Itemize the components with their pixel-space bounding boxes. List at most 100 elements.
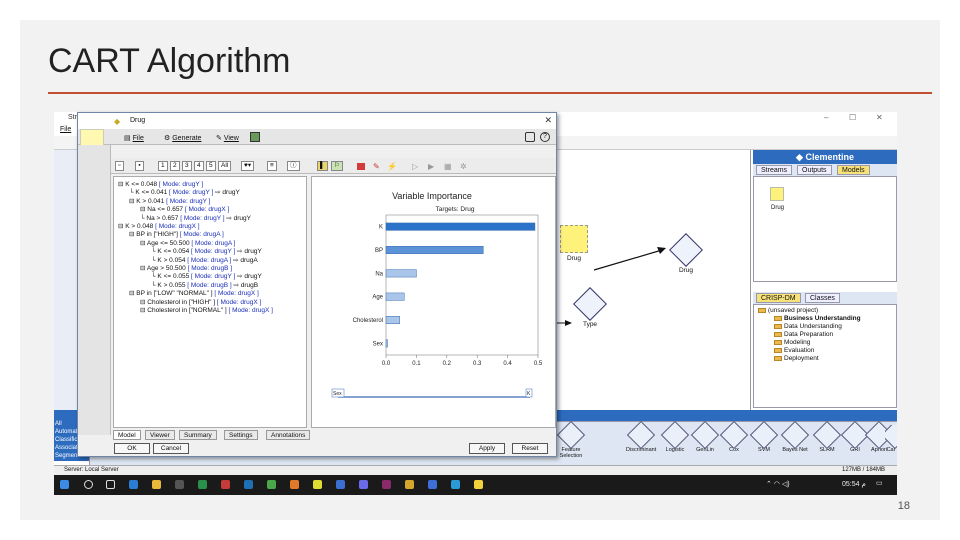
app-icon[interactable] [244, 480, 253, 489]
preview-icon[interactable] [250, 132, 260, 142]
tab-streams[interactable]: Streams [756, 165, 793, 175]
palette-genlin[interactable]: GenLin [690, 420, 720, 453]
depth-2-button[interactable]: 2 [170, 161, 180, 171]
edge-icon[interactable] [129, 480, 138, 489]
grid-icon[interactable]: ▦ [444, 162, 452, 171]
crisp-item[interactable]: Business Understanding [774, 315, 861, 322]
expand-icon[interactable] [525, 132, 535, 142]
clock[interactable]: 05:54 م [842, 480, 866, 488]
expand-all-icon[interactable]: ▪ [135, 161, 144, 171]
maximize-icon[interactable]: ☐ [849, 113, 856, 122]
telegram-icon[interactable] [451, 480, 460, 489]
palette-carma[interactable]: Car [885, 425, 897, 453]
expand-toggle-icon[interactable]: ⊟ [140, 265, 147, 272]
highlight-icon[interactable]: ▌ [317, 161, 328, 171]
firefox-icon[interactable] [290, 480, 299, 489]
tree-node[interactable]: ⊟ K <= 0.048 [ Mode: drugY ] [118, 180, 203, 188]
tree-node[interactable]: └ K <= 0.054 [ Mode: drugY ] ⇨ drugY [151, 247, 262, 255]
network-icon[interactable]: ⌃ ◠ ◁) [766, 480, 790, 488]
palette-svm[interactable]: SVM [749, 420, 779, 453]
search-icon[interactable] [84, 480, 93, 489]
app-icon[interactable] [428, 480, 437, 489]
tree-node[interactable]: ⊟ BP in ["HIGH"] [ Mode: drugA ] [129, 230, 224, 238]
depth-4-button[interactable]: 4 [194, 161, 204, 171]
menu-file[interactable]: File [60, 126, 71, 133]
decision-tree-view[interactable]: ⊟ K <= 0.048 [ Mode: drugY ] └ K <= 0.041… [113, 176, 307, 428]
tab-summary[interactable]: Summary [179, 430, 217, 440]
close-icon[interactable]: ✕ [876, 113, 883, 122]
tree-node[interactable]: ⊟ Age > 50.500 [ Mode: drugB ] [140, 264, 232, 272]
tree-node[interactable]: └ K <= 0.055 [ Mode: drugY ] ⇨ drugY [151, 272, 262, 280]
app-icon[interactable] [359, 480, 368, 489]
collapse-icon[interactable]: ▫ [115, 161, 124, 171]
menu-view[interactable]: ✎ View [216, 134, 239, 142]
tab-crisp-dm[interactable]: CRISP-DM [756, 293, 801, 303]
cart-model-icon[interactable] [770, 187, 784, 201]
app-icon[interactable] [221, 480, 230, 489]
palette-logistic[interactable]: Logistic [660, 420, 690, 453]
tree-node[interactable]: ⊟ Na <= 0.657 [ Mode: drugX ] [140, 205, 229, 213]
tab-viewer[interactable]: Viewer [145, 430, 175, 440]
pin-icon[interactable]: ✎ [373, 162, 380, 171]
notifications-icon[interactable]: ▭ [876, 479, 883, 487]
crisp-root[interactable]: (unsaved project) [758, 307, 818, 314]
app-icon[interactable] [267, 480, 276, 489]
cancel-button[interactable]: Cancel [153, 443, 189, 454]
arrange-icon[interactable]: ♥▾ [241, 161, 255, 171]
tab-classes[interactable]: Classes [805, 293, 840, 303]
tree-node[interactable]: ⊟ K > 0.041 [ Mode: drugY ] [129, 197, 210, 205]
tree-node[interactable]: └ K > 0.054 [ Mode: drugA ] ⇨ drugA [151, 256, 258, 264]
depth-3-button[interactable]: 3 [182, 161, 192, 171]
app-icon[interactable] [336, 480, 345, 489]
tab-model[interactable]: Model [113, 430, 141, 440]
palette-slrm[interactable]: SLRM [812, 420, 842, 453]
tab-models[interactable]: Models [837, 165, 870, 175]
clementine-task-icon[interactable] [474, 480, 483, 489]
tree-node[interactable]: ⊟ K > 0.048 [ Mode: drugX ] [118, 222, 200, 230]
palette-discriminant[interactable]: Discriminant [626, 420, 656, 453]
minimize-icon[interactable]: – [824, 113, 828, 122]
crisp-item[interactable]: Data Preparation [774, 331, 833, 338]
rules-icon[interactable]: ≡ [267, 161, 277, 171]
menu-generate[interactable]: ⚙ Generate [164, 134, 201, 142]
depth-5-button[interactable]: 5 [206, 161, 216, 171]
depth-all-button[interactable]: All [218, 161, 232, 171]
expand-toggle-icon[interactable]: ⊟ [140, 240, 147, 247]
reset-button[interactable]: Reset [512, 443, 548, 454]
tab-outputs[interactable]: Outputs [797, 165, 832, 175]
palette-cox[interactable]: Cox [719, 420, 749, 453]
ok-button[interactable]: OK [114, 443, 150, 454]
chrome-icon[interactable] [313, 480, 322, 489]
help-icon[interactable]: ? [540, 132, 550, 142]
apply-button[interactable]: Apply [469, 443, 505, 454]
select-icon[interactable]: ⚐ [331, 161, 343, 171]
stop-icon[interactable] [357, 163, 365, 170]
info-icon[interactable]: ⓘ [287, 161, 300, 171]
depth-1-button[interactable]: 1 [158, 161, 168, 171]
play-icon[interactable]: ▶ [428, 162, 434, 171]
tree-node[interactable]: ⊟ Age <= 50.500 [ Mode: drugA ] [140, 239, 235, 247]
start-icon[interactable] [60, 480, 69, 489]
crisp-item[interactable]: Evaluation [774, 347, 814, 354]
tree-node[interactable]: ⊟ Cholesterol in ["NORMAL" ] [ Mode: dru… [140, 306, 273, 314]
settings-icon[interactable]: ✲ [460, 162, 467, 171]
tab-settings[interactable]: Settings [224, 430, 258, 440]
tree-node[interactable]: ⊟ Cholesterol in ["HIGH" ] [ Mode: drugX… [140, 298, 261, 306]
forward-icon[interactable]: ▷ [412, 162, 418, 171]
store-icon[interactable] [175, 480, 184, 489]
crisp-item[interactable]: Data Understanding [774, 323, 842, 330]
crisp-item[interactable]: Modeling [774, 339, 810, 346]
app-icon[interactable] [405, 480, 414, 489]
palette-feature-selection[interactable]: Feature Selection [556, 420, 586, 459]
tab-annotations[interactable]: Annotations [266, 430, 311, 440]
app-icon[interactable] [382, 480, 391, 489]
tree-node[interactable]: └ K <= 0.041 [ Mode: drugY ] ⇨ drugY [129, 188, 240, 196]
app-icon[interactable] [198, 480, 207, 489]
crisp-item[interactable]: Deployment [774, 355, 819, 362]
close-icon[interactable]: ✕ [544, 115, 552, 126]
tree-node[interactable]: └ K > 0.055 [ Mode: drugB ] ⇨ drugB [151, 281, 258, 289]
tree-node[interactable]: ⊟ BP in ["LOW" "NORMAL" ] [ Mode: drugX … [129, 289, 259, 297]
menu-file[interactable]: ▤ File [124, 134, 144, 142]
explorer-icon[interactable] [152, 480, 161, 489]
tree-node[interactable]: └ Na > 0.657 [ Mode: drugY ] ⇨ drugY [140, 214, 251, 222]
